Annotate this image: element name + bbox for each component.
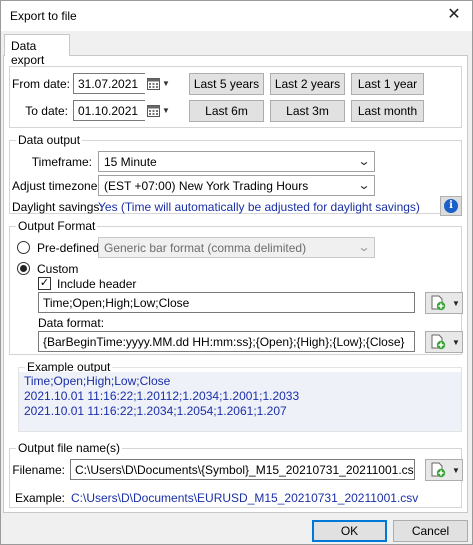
example-output-group: Example output Time;Open;High;Low;Close … <box>18 360 462 432</box>
export-dialog: Export to file ✕ Data export From date: … <box>0 0 473 545</box>
data-output-title: Data output <box>16 133 83 147</box>
include-header-label: Include header <box>57 277 137 291</box>
add-document-icon <box>431 462 446 478</box>
predefined-select: Generic bar format (comma delimited) ⌄ <box>98 237 375 258</box>
calendar-icon <box>147 105 160 117</box>
data-output-group: Data output Timeframe: 15 Minute ⌄ Adjus… <box>9 133 462 216</box>
timeframe-label: Timeframe: <box>31 155 92 169</box>
from-date-input[interactable]: 31.07.2021 <box>73 73 145 94</box>
cancel-button[interactable]: Cancel <box>393 520 468 542</box>
last-2-years-button[interactable]: Last 2 years <box>270 73 345 95</box>
timeframe-value: 15 Minute <box>104 155 157 169</box>
tab-label: Data export <box>11 39 45 67</box>
last-3m-button[interactable]: Last 3m <box>270 100 345 122</box>
example-filename-label: Example: <box>14 491 65 505</box>
predefined-label: Pre-defined: <box>37 241 103 255</box>
chevron-down-icon: ⌄ <box>357 154 371 168</box>
data-format-input[interactable]: {BarBeginTime:yyyy.MM.dd HH:mm:ss};{Open… <box>38 331 415 352</box>
close-icon: ✕ <box>447 6 461 23</box>
close-button[interactable]: ✕ <box>442 4 466 28</box>
adjust-timezone-label: Adjust timezone: <box>12 179 101 193</box>
include-header-checkbox[interactable]: ✓ <box>38 277 51 290</box>
filename-insert-button[interactable]: ▼ <box>425 459 463 481</box>
last-5-years-button[interactable]: Last 5 years <box>189 73 264 95</box>
chevron-down-icon: ▼ <box>452 337 460 347</box>
to-date-input[interactable]: 01.10.2021 <box>73 100 145 121</box>
daylight-savings-label: Daylight savings: <box>12 200 103 214</box>
header-format-input[interactable]: Time;Open;High;Low;Close <box>38 292 415 313</box>
example-filename-value: C:\Users\D\Documents\EURUSD_M15_20210731… <box>71 491 419 505</box>
title-bar: Export to file ✕ <box>1 1 472 31</box>
example-line: 2021.10.01 11:16:22;1.2034;1.2054;1.2061… <box>24 404 287 418</box>
timeframe-select[interactable]: 15 Minute ⌄ <box>98 151 375 172</box>
output-file-title: Output file name(s) <box>16 441 123 455</box>
timezone-select[interactable]: (EST +07:00) New York Trading Hours ⌄ <box>98 175 375 196</box>
predefined-value: Generic bar format (comma delimited) <box>104 241 307 255</box>
date-range-group: From date: 31.07.2021 ▼ To date: 01.10.2… <box>9 66 462 128</box>
data-format-label: Data format: <box>38 316 105 330</box>
chevron-down-icon: ⌄ <box>357 178 371 192</box>
predefined-radio[interactable] <box>17 241 30 254</box>
chevron-down-icon: ▼ <box>162 106 170 115</box>
info-icon: i <box>444 199 458 213</box>
filename-label: Filename: <box>12 463 65 477</box>
add-document-icon <box>431 295 446 311</box>
filename-input[interactable]: C:\Users\D\Documents\{Symbol}_M15_202107… <box>70 459 415 480</box>
chevron-down-icon: ▼ <box>452 465 460 475</box>
example-line: Time;Open;High;Low;Close <box>24 374 171 388</box>
data-format-insert-button[interactable]: ▼ <box>425 331 463 353</box>
add-document-icon <box>431 334 446 350</box>
tab-panel: From date: 31.07.2021 ▼ To date: 01.10.2… <box>3 55 468 513</box>
to-date-label: To date: <box>25 104 68 118</box>
from-date-calendar-button[interactable]: ▼ <box>147 74 171 93</box>
chevron-down-icon: ▼ <box>162 79 170 88</box>
output-file-group: Output file name(s) Filename: C:\Users\D… <box>9 441 463 508</box>
chevron-down-icon: ▼ <box>452 298 460 308</box>
to-date-calendar-button[interactable]: ▼ <box>147 101 171 120</box>
example-output-box: Time;Open;High;Low;Close 2021.10.01 11:1… <box>19 372 461 431</box>
calendar-icon <box>147 78 160 90</box>
tab-data-export[interactable]: Data export <box>4 34 70 67</box>
example-line: 2021.10.01 11:16:22;1.20112;1.2034;1.200… <box>24 389 300 403</box>
daylight-info-button[interactable]: i <box>440 196 462 216</box>
output-format-title: Output Format <box>16 219 98 233</box>
last-month-button[interactable]: Last month <box>351 100 424 122</box>
header-insert-button[interactable]: ▼ <box>425 292 463 314</box>
from-date-label: From date: <box>12 77 71 91</box>
custom-label: Custom <box>37 262 79 276</box>
ok-button[interactable]: OK <box>312 520 387 542</box>
window-title: Export to file <box>10 9 77 23</box>
last-1-year-button[interactable]: Last 1 year <box>351 73 424 95</box>
custom-radio[interactable] <box>17 262 30 275</box>
daylight-savings-value: Yes (Time will automatically be adjusted… <box>98 200 420 214</box>
output-format-group: Output Format Pre-defined: Generic bar f… <box>9 219 463 355</box>
timezone-value: (EST +07:00) New York Trading Hours <box>104 179 309 193</box>
chevron-down-icon: ⌄ <box>357 240 371 254</box>
last-6m-button[interactable]: Last 6m <box>189 100 264 122</box>
